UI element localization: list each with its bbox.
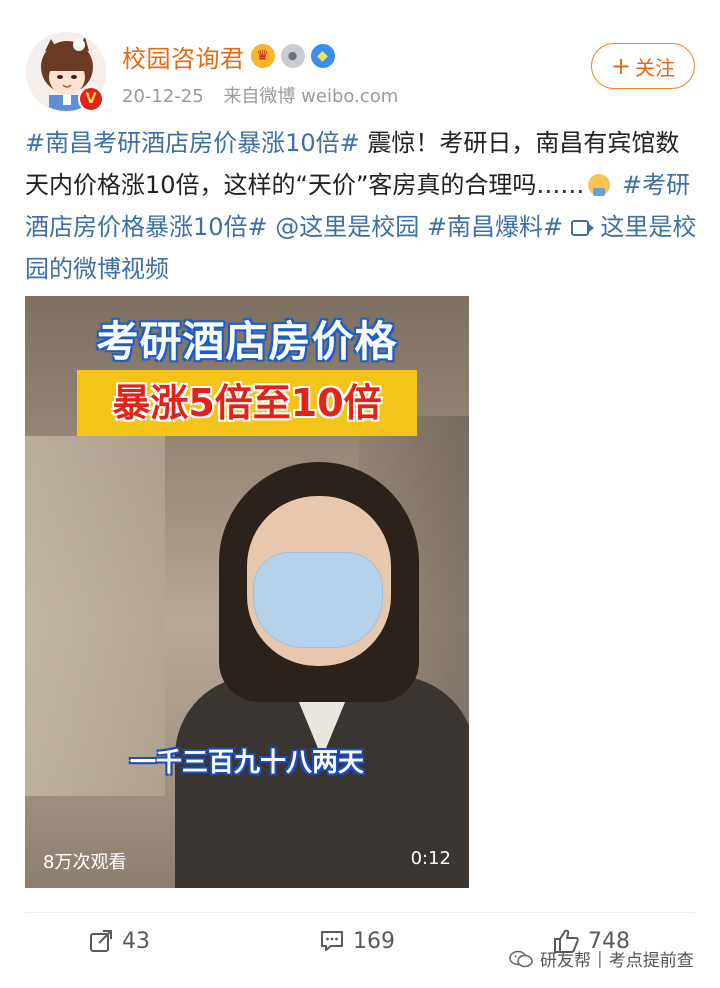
- post-meta: 20-12-25 来自微博 weibo.com: [122, 82, 412, 108]
- wechat-icon: [509, 950, 533, 967]
- mention-link[interactable]: @这里是校园: [268, 213, 419, 241]
- watermark: 研友帮 | 考点提前查: [508, 946, 694, 971]
- follow-label: 关注: [635, 55, 676, 80]
- medal-badge-icon[interactable]: ●: [280, 44, 305, 68]
- watermark-name: 研友帮: [540, 951, 591, 971]
- divider: [25, 912, 695, 913]
- share-count: 43: [122, 928, 150, 954]
- crown-badge-icon[interactable]: ♛: [250, 44, 275, 68]
- comment-icon: [321, 931, 343, 951]
- video-title-line1: 考研酒店房价格: [96, 317, 398, 366]
- video-subtitle: 一千三百九十八两天: [129, 748, 364, 778]
- video-duration: 0:12: [410, 848, 451, 869]
- post-body: #南昌考研酒店房价暴涨10倍# 震惊！考研日，南昌有宾馆数天内价格涨10倍，这样…: [25, 122, 700, 290]
- top-strip: [0, 0, 720, 8]
- video-view-count: 8万次观看: [43, 852, 127, 873]
- post-source: 来自微博 weibo.com: [223, 86, 399, 107]
- video-person-mask: [253, 552, 383, 648]
- hashtag-link[interactable]: #南昌考研酒店房价暴涨10倍#: [25, 129, 360, 157]
- video-player[interactable]: 考研酒店房价格 暴涨5倍至10倍 一千三百九十八两天 8万次观看 0:12: [25, 296, 469, 888]
- post-header: V 校园咨询君 ♛ ● ◆ 20-12-25 来自微博 weibo.com + …: [0, 18, 720, 118]
- name-row: 校园咨询君 ♛ ● ◆: [122, 38, 335, 74]
- watermark-slogan: 考点提前查: [608, 951, 694, 971]
- emoji-icon: [588, 174, 611, 196]
- blue-diamond-badge-icon[interactable]: ◆: [310, 44, 335, 68]
- plus-icon: +: [610, 52, 632, 80]
- verified-badge-icon: V: [78, 86, 104, 112]
- hashtag-link[interactable]: #南昌爆料#: [419, 213, 563, 241]
- comment-button[interactable]: 169: [319, 926, 395, 956]
- post-date: 20-12-25: [122, 86, 204, 107]
- follow-button[interactable]: + 关注: [591, 43, 695, 89]
- watermark-separator: |: [597, 948, 603, 969]
- comment-count: 169: [353, 928, 395, 954]
- share-button[interactable]: 43: [88, 926, 150, 956]
- video-title-line2: 暴涨5倍至10倍: [77, 370, 417, 436]
- share-icon: [90, 930, 112, 952]
- user-name[interactable]: 校园咨询君: [122, 39, 245, 74]
- video-camera-icon: [570, 220, 594, 236]
